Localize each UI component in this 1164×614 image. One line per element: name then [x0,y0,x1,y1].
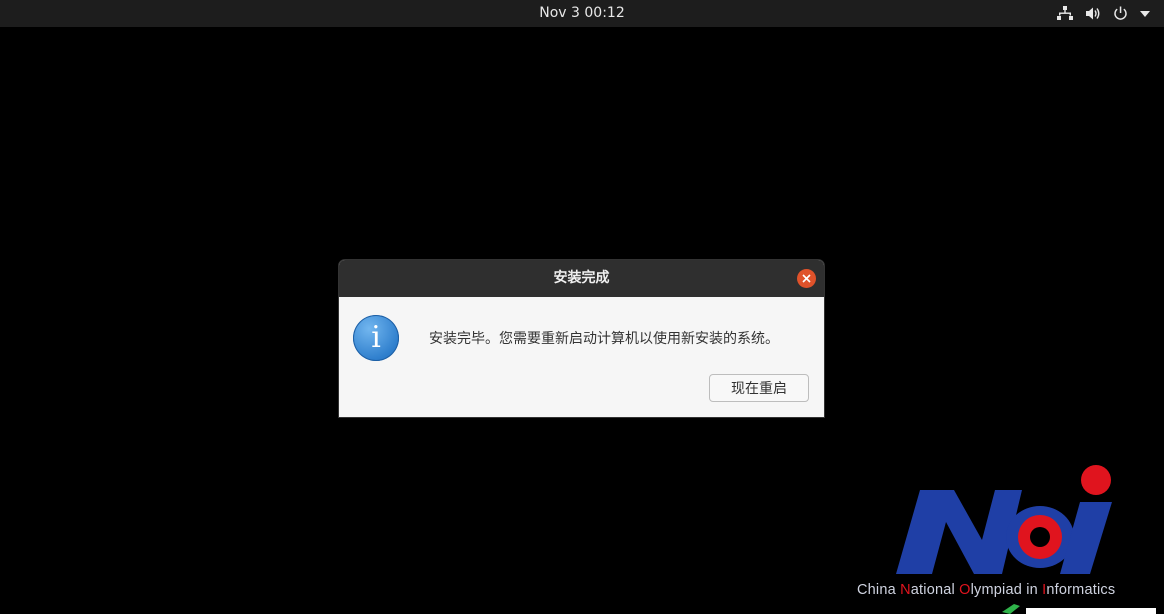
power-icon[interactable] [1113,6,1128,21]
dialog-message: 安装完毕。您需要重新启动计算机以使用新安装的系统。 [429,331,779,347]
system-tray[interactable] [1057,0,1150,27]
info-icon: i [353,315,399,361]
install-complete-dialog: 安装完成 i 安装完毕。您需要重新启动计算机以使用新安装的系统。 现在重启 [339,260,824,417]
close-icon [802,274,811,283]
corner-decoration [1002,604,1156,614]
noi-logo [896,465,1112,574]
restart-now-button[interactable]: 现在重启 [709,374,809,402]
noi-caption: China National Olympiad in Informatics [857,582,1116,598]
clock[interactable]: Nov 3 00:12 [0,0,1164,27]
top-bar: Nov 3 00:12 [0,0,1164,27]
volume-icon[interactable] [1085,6,1101,21]
dialog-title: 安装完成 [553,270,610,286]
close-button[interactable] [797,269,816,288]
chevron-down-icon[interactable] [1140,10,1150,17]
dialog-titlebar[interactable]: 安装完成 [339,260,824,297]
network-icon[interactable] [1057,6,1073,21]
